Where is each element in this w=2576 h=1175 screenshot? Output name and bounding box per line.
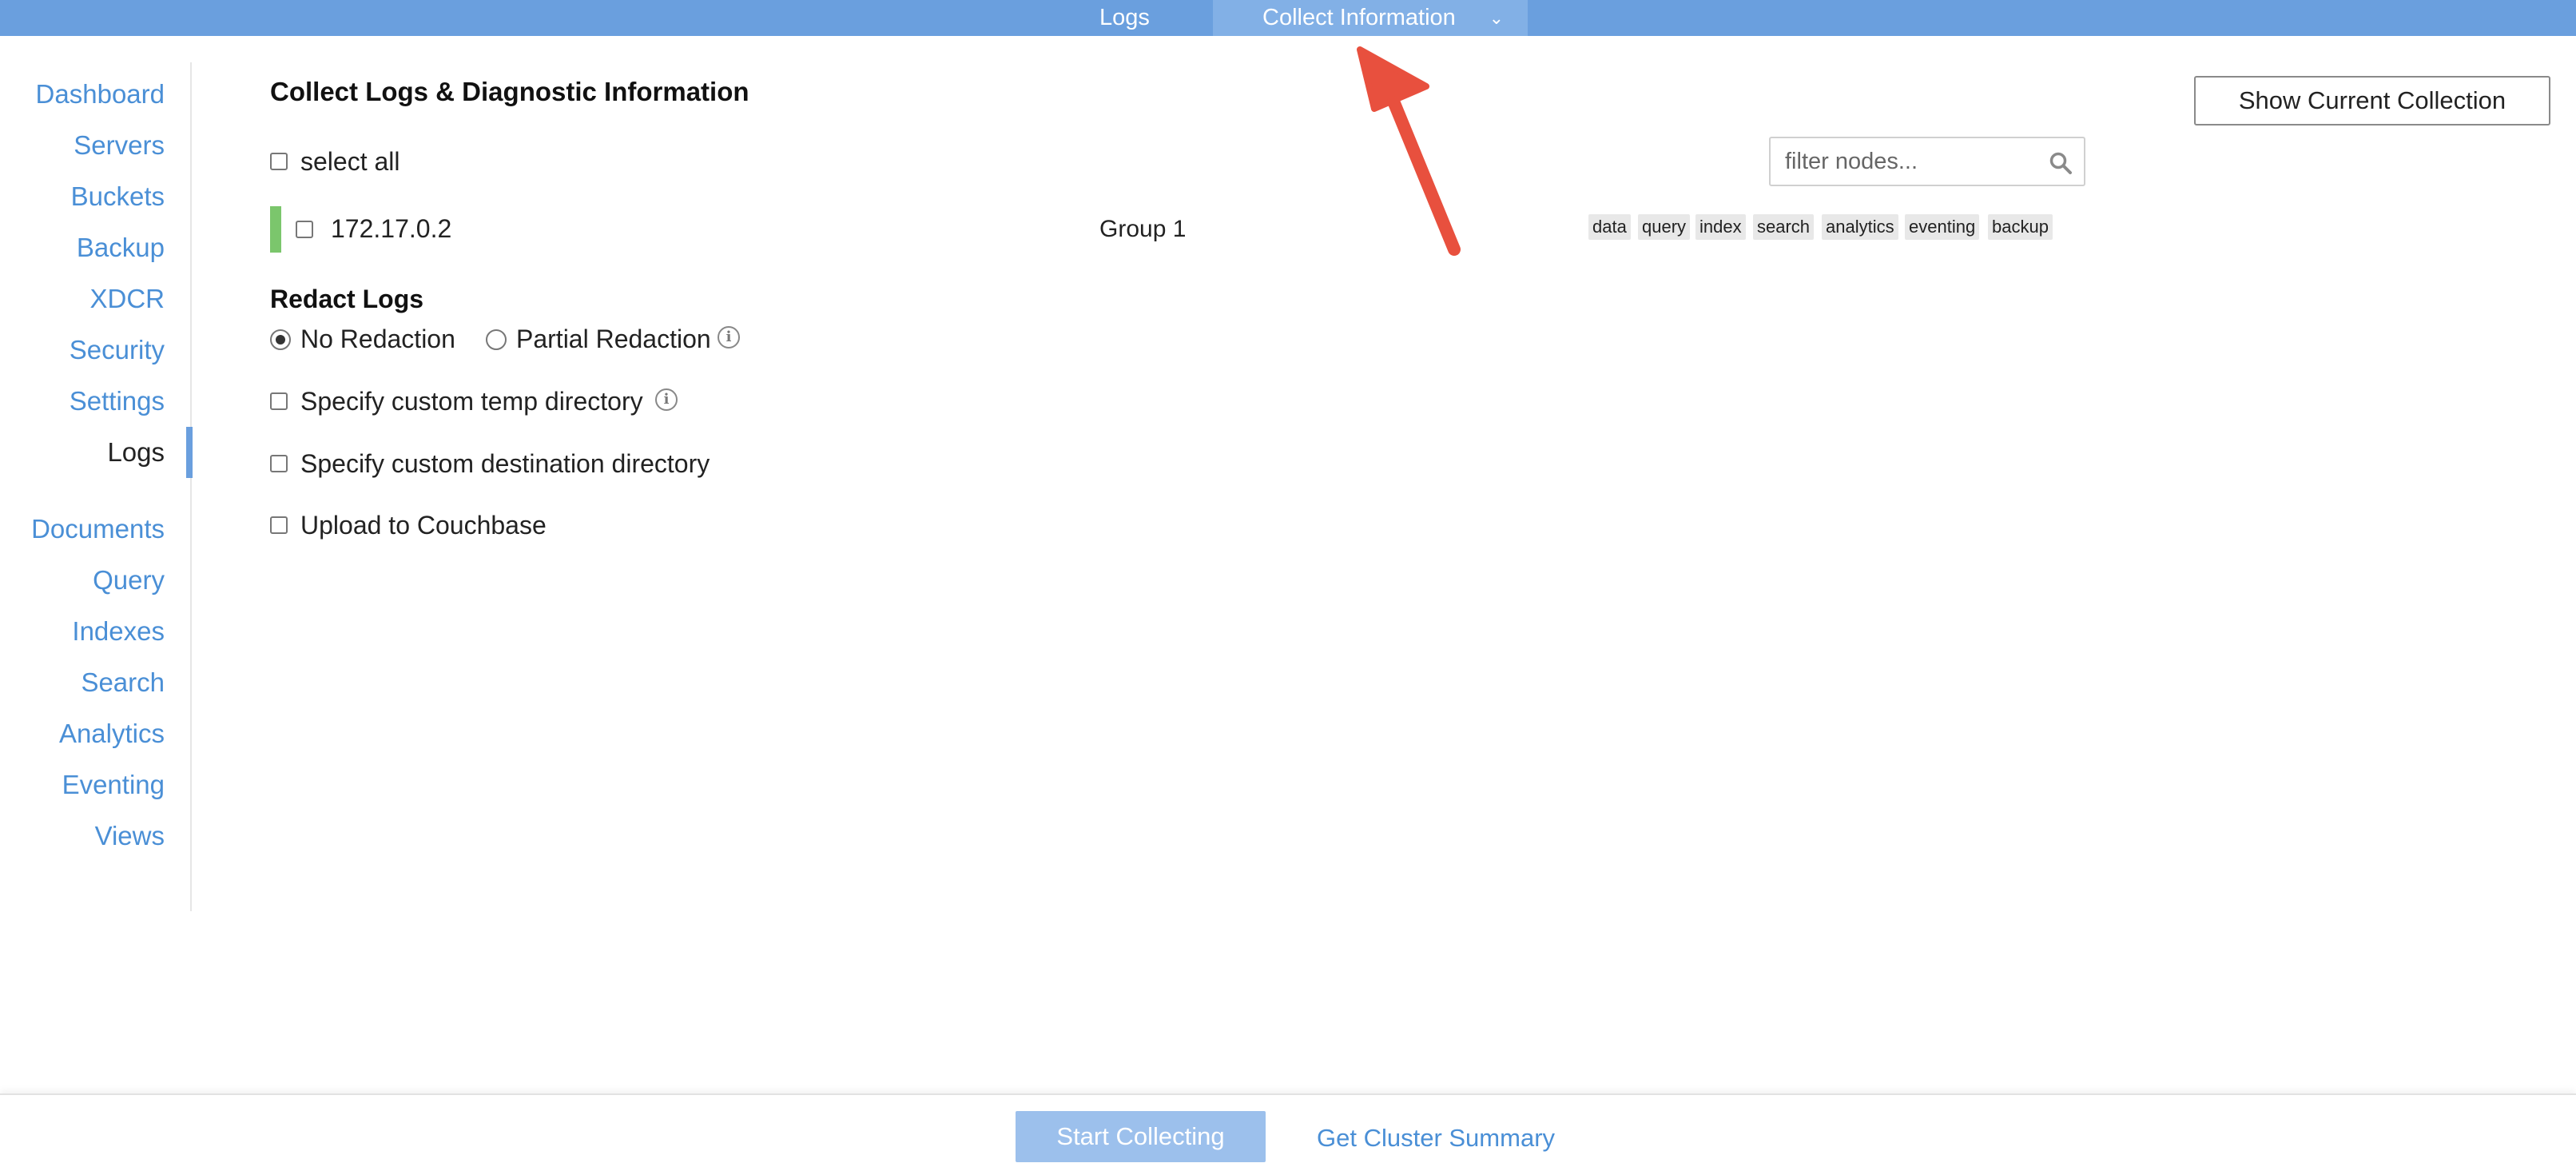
page-title: Collect Logs & Diagnostic Information xyxy=(270,77,749,106)
sidebar-item-query[interactable]: Query xyxy=(93,564,165,596)
service-tag: eventing xyxy=(1905,214,1980,240)
sidebar-item-documents[interactable]: Documents xyxy=(31,513,165,545)
sidebar-item-servers[interactable]: Servers xyxy=(74,129,165,161)
get-cluster-summary-link[interactable]: Get Cluster Summary xyxy=(1317,1124,1555,1153)
partial-redaction-radio[interactable] xyxy=(486,329,507,350)
footer-bar: Start Collecting Get Cluster Summary xyxy=(0,1093,2576,1175)
annotation-arrow-icon xyxy=(1357,46,1461,256)
custom-dest-dir-checkbox[interactable] xyxy=(270,455,288,472)
service-tag: query xyxy=(1638,214,1691,240)
tab-collect-information-label: Collect Information xyxy=(1262,5,1456,30)
sidebar-item-eventing[interactable]: Eventing xyxy=(62,769,165,801)
partial-redaction-label: Partial Redaction xyxy=(516,325,711,353)
service-tag: backup xyxy=(1988,214,2053,240)
search-icon[interactable] xyxy=(2049,151,2073,175)
sidebar-item-security[interactable]: Security xyxy=(70,334,165,366)
start-collecting-button[interactable]: Start Collecting xyxy=(1016,1111,1266,1162)
sidebar-item-indexes[interactable]: Indexes xyxy=(72,615,165,647)
service-tag: data xyxy=(1588,214,1631,240)
show-current-collection-button[interactable]: Show Current Collection xyxy=(2194,76,2550,125)
select-all-label: select all xyxy=(300,147,400,176)
sidebar-item-backup[interactable]: Backup xyxy=(77,232,165,264)
sidebar-item-analytics[interactable]: Analytics xyxy=(59,718,165,750)
custom-dest-dir-label: Specify custom destination directory xyxy=(300,449,710,478)
upload-couchbase-label: Upload to Couchbase xyxy=(300,511,547,540)
sidebar-item-settings[interactable]: Settings xyxy=(70,385,165,417)
top-nav-bar: Logs Collect Information ⌄ xyxy=(0,0,2576,36)
sidebar-item-xdcr[interactable]: XDCR xyxy=(89,283,165,315)
tab-logs[interactable]: Logs xyxy=(1099,0,1150,36)
node-group: Group 1 xyxy=(1099,216,1187,242)
service-tag: search xyxy=(1753,214,1815,240)
sidebar-item-search[interactable]: Search xyxy=(81,667,165,699)
filter-nodes-field xyxy=(1769,137,2085,186)
sidebar-item-views[interactable]: Views xyxy=(95,820,165,852)
custom-temp-dir-label: Specify custom temp directory xyxy=(300,387,643,416)
sidebar-item-dashboard[interactable]: Dashboard xyxy=(36,78,165,110)
sidebar: Dashboard Servers Buckets Backup XDCR Se… xyxy=(0,62,193,911)
custom-temp-dir-checkbox[interactable] xyxy=(270,392,288,410)
tab-collect-information[interactable]: Collect Information ⌄ xyxy=(1213,0,1528,36)
sidebar-item-logs[interactable]: Logs xyxy=(107,436,165,468)
no-redaction-radio[interactable] xyxy=(270,329,291,350)
node-ip: 172.17.0.2 xyxy=(331,214,452,243)
info-icon[interactable]: i xyxy=(655,388,678,411)
chevron-down-icon: ⌄ xyxy=(1489,8,1504,28)
service-tag: analytics xyxy=(1822,214,1898,240)
no-redaction-label: No Redaction xyxy=(300,325,455,353)
node-status-indicator xyxy=(270,206,281,253)
upload-couchbase-checkbox[interactable] xyxy=(270,516,288,534)
filter-nodes-input[interactable] xyxy=(1771,138,2026,185)
active-indicator xyxy=(186,427,193,478)
select-all-checkbox[interactable] xyxy=(270,153,288,170)
redact-logs-title: Redact Logs xyxy=(270,285,424,313)
node-checkbox[interactable] xyxy=(296,221,313,238)
info-icon[interactable]: i xyxy=(718,326,740,349)
service-tag: index xyxy=(1695,214,1746,240)
sidebar-item-buckets[interactable]: Buckets xyxy=(71,181,165,213)
